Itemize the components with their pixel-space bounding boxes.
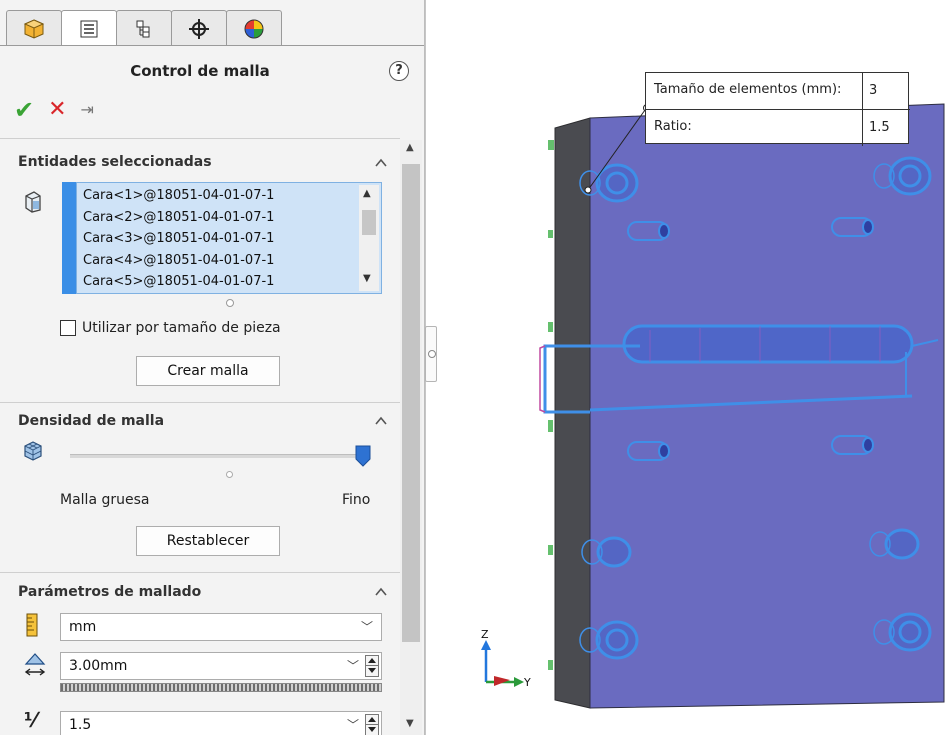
list-item[interactable]: Cara<5>@18051-04-01-07-1 — [83, 271, 274, 293]
reset-button[interactable]: Restablecer — [136, 526, 280, 556]
collapse-chevron-icon[interactable] — [374, 156, 388, 170]
mesh-density-icon — [24, 441, 42, 461]
chevron-down-icon[interactable]: ﹀ — [361, 614, 373, 640]
coarse-mesh-label: Malla gruesa — [60, 492, 150, 508]
unit-select[interactable]: mm ﹀ — [60, 613, 382, 641]
callout-ratio-label: Ratio: — [654, 119, 692, 134]
use-part-size-label: Utilizar por tamaño de pieza — [82, 320, 281, 336]
crosshair-icon — [189, 18, 209, 39]
tab-feature-manager[interactable] — [6, 10, 62, 46]
part-cube-icon — [23, 18, 45, 39]
unit-select-value: mm — [69, 619, 97, 635]
scroll-down-icon[interactable]: ▼ — [363, 273, 371, 284]
ratio-value: 1.5 — [69, 717, 92, 733]
mesh-control-callout[interactable]: Tamaño de elementos (mm): 3 Ratio: 1.5 — [645, 72, 910, 146]
ok-button[interactable]: ✔ — [14, 98, 34, 122]
ratio-icon: ⅟ — [24, 708, 37, 732]
scroll-thumb[interactable] — [362, 210, 376, 235]
callout-row-element-size: Tamaño de elementos (mm): 3 — [646, 73, 910, 109]
element-size-input[interactable]: 3.00mm ﹀ — [60, 652, 382, 680]
configuration-icon — [136, 20, 150, 37]
collapse-chevron-icon[interactable] — [374, 414, 388, 428]
slider-default-marker — [226, 471, 233, 478]
element-size-icon — [24, 653, 46, 676]
callout-element-size-value[interactable]: 3 — [862, 73, 910, 109]
fine-mesh-label: Fino — [342, 492, 371, 508]
tab-configuration-manager[interactable] — [116, 10, 172, 46]
list-item[interactable]: Cara<4>@18051-04-01-07-1 — [83, 250, 274, 272]
color-wheel-icon — [244, 19, 264, 38]
section-divider — [0, 138, 400, 139]
property-list-icon — [80, 20, 98, 37]
splitter-handle[interactable] — [425, 326, 437, 382]
list-resize-handle[interactable] — [226, 299, 234, 307]
ratio-input[interactable]: 1.5 ﹀ — [60, 711, 382, 735]
mesh-density-slider-thumb[interactable] — [355, 445, 371, 467]
chevron-down-icon[interactable]: ﹀ — [347, 712, 359, 735]
element-size-spinner[interactable] — [365, 655, 379, 677]
use-part-size-option[interactable]: Utilizar por tamaño de pieza — [60, 320, 281, 336]
scroll-up-icon[interactable]: ▲ — [363, 188, 371, 199]
callout-row-ratio: Ratio: 1.5 — [646, 109, 910, 146]
list-scrollbar[interactable]: ▲ ▼ — [359, 185, 379, 291]
element-size-thumbwheel[interactable] — [60, 683, 382, 692]
axis-triad: Z Y — [481, 628, 531, 689]
scroll-down-icon[interactable]: ▼ — [406, 718, 414, 729]
page-title: Control de malla — [130, 62, 270, 80]
section-title-mesh-parameters: Parámetros de mallado — [18, 584, 202, 600]
scroll-up-icon[interactable]: ▲ — [406, 142, 414, 153]
tab-dimxpert-manager[interactable] — [171, 10, 227, 46]
selected-entities-list[interactable]: Cara<1>@18051-04-01-07-1 Cara<2>@18051-0… — [76, 182, 382, 294]
chevron-down-icon[interactable]: ﹀ — [347, 653, 359, 679]
scroll-thumb[interactable] — [402, 164, 420, 642]
help-icon[interactable]: ? — [389, 61, 409, 81]
collapse-chevron-icon[interactable] — [374, 585, 388, 599]
tabbar-divider — [0, 45, 424, 46]
element-size-value: 3.00mm — [69, 658, 128, 674]
list-item[interactable]: Cara<1>@18051-04-01-07-1 — [83, 185, 274, 207]
property-manager-panel: Control de malla ? ✔ ✕ ⇥ Entidades selec… — [0, 0, 425, 735]
section-title-mesh-density: Densidad de malla — [18, 413, 165, 429]
triad-z-label: Z — [481, 628, 489, 641]
edge-markers — [548, 140, 554, 670]
triad-y-label: Y — [523, 676, 531, 689]
tab-property-manager[interactable] — [61, 10, 117, 46]
section-divider — [0, 572, 400, 573]
callout-ratio-value[interactable]: 1.5 — [862, 110, 910, 146]
create-mesh-button[interactable]: Crear malla — [136, 356, 280, 386]
section-divider — [0, 402, 400, 403]
ruler-icon — [26, 613, 38, 637]
mesh-density-slider-track[interactable] — [70, 454, 370, 458]
cancel-button[interactable]: ✕ — [48, 98, 66, 122]
face-selection-icon — [25, 191, 41, 213]
callout-element-size-label: Tamaño de elementos (mm): — [654, 82, 842, 97]
manager-tabbar — [6, 10, 282, 46]
plate-front-face — [589, 103, 945, 709]
panel-scrollbar[interactable]: ▲ ▼ — [400, 140, 422, 735]
list-item[interactable]: Cara<2>@18051-04-01-07-1 — [83, 207, 274, 229]
list-item[interactable]: Cara<3>@18051-04-01-07-1 — [83, 228, 274, 250]
section-title-selected-entities: Entidades seleccionadas — [18, 154, 212, 170]
tab-display-manager[interactable] — [226, 10, 282, 46]
action-buttons: ✔ ✕ ⇥ — [14, 98, 94, 123]
pin-button[interactable]: ⇥ — [81, 98, 94, 122]
selection-focus-strip — [62, 182, 76, 294]
use-part-size-checkbox[interactable] — [60, 320, 76, 336]
